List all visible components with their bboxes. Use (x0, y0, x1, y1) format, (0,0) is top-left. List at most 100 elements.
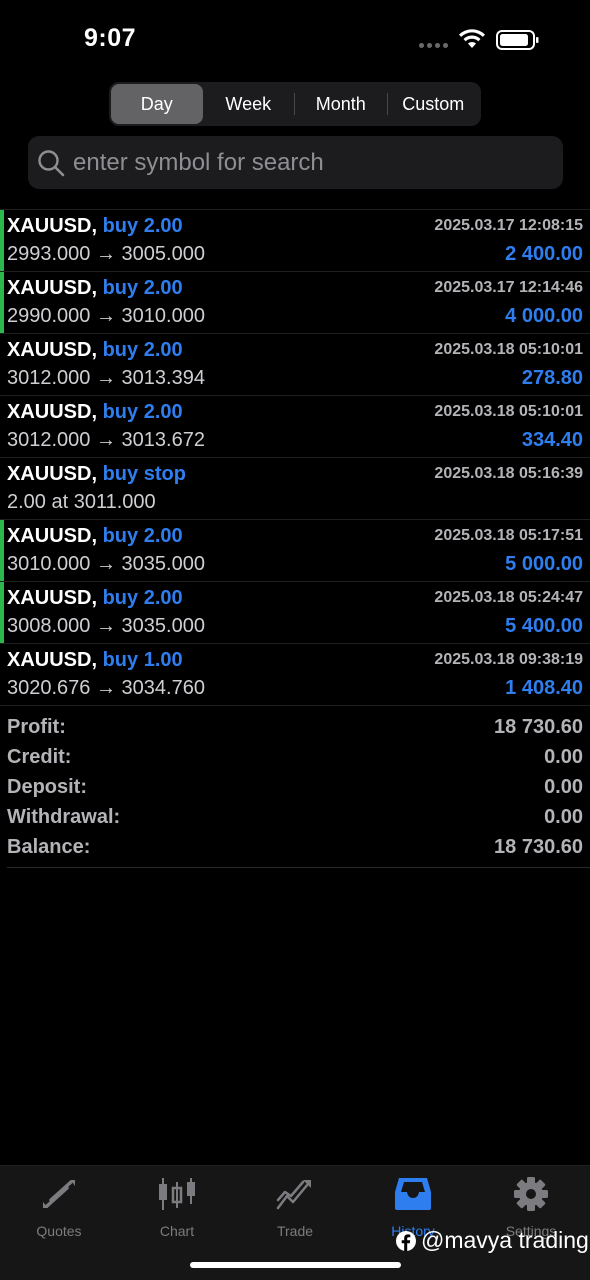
summary-value: 18 730.60 (494, 715, 583, 738)
summary-value: 0.00 (544, 775, 583, 798)
deal-symbol: XAUUSD, (7, 463, 98, 485)
candlestick-icon (159, 1178, 195, 1210)
deal-prices: 3008.000 → 3035.000 (7, 615, 205, 637)
history-row[interactable]: XAUUSD, buy 2.00 2025.03.18 05:17:51 301… (0, 520, 590, 582)
history-list: XAUUSD, buy 2.00 2025.03.17 12:08:15 299… (0, 209, 590, 706)
history-row[interactable]: XAUUSD, buy 2.00 2025.03.18 05:10:01 301… (0, 334, 590, 396)
deal-type: buy 2.00 (102, 277, 183, 299)
deal-type: buy stop (102, 463, 186, 485)
watermark-text: @mavya trading (421, 1227, 589, 1253)
deal-profit: 5 000.00 (505, 553, 583, 575)
search-bar[interactable] (28, 136, 563, 189)
status-time: 9:07 (84, 24, 137, 52)
deal-type: buy 2.00 (102, 401, 183, 423)
tab-trade[interactable]: Trade (236, 1166, 354, 1246)
deal-title: XAUUSD, buy 2.00 (7, 215, 183, 238)
history-row[interactable]: XAUUSD, buy stop 2025.03.18 05:16:39 2.0… (0, 458, 590, 520)
deal-profit: 278.80 (521, 367, 583, 389)
summary-label: Profit: (7, 715, 66, 738)
tab-label: Chart (159, 1223, 195, 1239)
search-icon (38, 149, 65, 176)
deal-symbol: XAUUSD, (7, 649, 98, 671)
period-segmented-control: Day Week Month Custom (109, 82, 481, 126)
segment-month[interactable]: Month (295, 84, 387, 124)
deal-prices: 3012.000 → 3013.394 (7, 367, 205, 389)
summary-divider (7, 867, 590, 868)
deal-symbol: XAUUSD, (7, 401, 98, 423)
tab-label: Quotes (36, 1223, 82, 1239)
inbox-icon (395, 1178, 431, 1210)
deal-prices: 3020.676 → 3034.760 (7, 677, 205, 699)
watermark: @mavya trading (395, 1227, 589, 1254)
deal-prices: 2990.000 → 3010.000 (7, 305, 205, 327)
summary-credit: Credit: 0.00 (7, 742, 583, 772)
deal-symbol: XAUUSD, (7, 215, 98, 237)
deal-title: XAUUSD, buy 2.00 (7, 525, 183, 548)
deal-type: buy 2.00 (102, 215, 183, 237)
quotes-icon (43, 1180, 75, 1208)
deal-profit: 5 400.00 (505, 615, 583, 637)
deal-profit: 1 408.40 (505, 677, 583, 699)
cellular-signal-icon (419, 43, 448, 48)
facebook-logo-icon (396, 1230, 416, 1251)
status-bar: 9:07 (0, 0, 590, 80)
summary-withdrawal: Withdrawal: 0.00 (7, 802, 583, 832)
search-input[interactable] (73, 148, 523, 177)
deal-time: 2025.03.18 05:10:01 (434, 403, 583, 420)
gear-icon (514, 1177, 548, 1211)
deal-type: buy 1.00 (102, 649, 183, 671)
deal-time: 2025.03.18 05:10:01 (434, 341, 583, 358)
deal-time: 2025.03.18 05:17:51 (434, 527, 583, 544)
deal-profit: 334.40 (521, 429, 583, 451)
summary-value: 0.00 (544, 805, 583, 828)
deal-symbol: XAUUSD, (7, 587, 98, 609)
deal-title: XAUUSD, buy 2.00 (7, 587, 183, 610)
summary-label: Withdrawal: (7, 805, 121, 828)
deal-time: 2025.03.18 05:16:39 (434, 465, 583, 482)
summary-label: Balance: (7, 835, 91, 858)
deal-type: buy 2.00 (102, 525, 183, 547)
home-indicator (190, 1262, 401, 1268)
deal-symbol: XAUUSD, (7, 277, 98, 299)
deal-type: buy 2.00 (102, 339, 183, 361)
summary-label: Deposit: (7, 775, 87, 798)
summary-label: Credit: (7, 745, 72, 768)
summary-value: 0.00 (544, 745, 583, 768)
deal-profit: 4 000.00 (505, 305, 583, 327)
deal-title: XAUUSD, buy 2.00 (7, 401, 183, 424)
deal-title: XAUUSD, buy 2.00 (7, 339, 183, 362)
deal-title: XAUUSD, buy 2.00 (7, 277, 183, 300)
history-row[interactable]: XAUUSD, buy 2.00 2025.03.18 05:10:01 301… (0, 396, 590, 458)
deal-time: 2025.03.17 12:14:46 (434, 279, 583, 296)
summary-deposit: Deposit: 0.00 (7, 772, 583, 802)
segment-custom[interactable]: Custom (388, 84, 480, 124)
summary-balance: Balance: 18 730.60 (7, 832, 583, 862)
battery-icon (496, 30, 539, 50)
deal-prices: 2993.000 → 3005.000 (7, 243, 205, 265)
segment-day[interactable]: Day (111, 84, 203, 124)
history-row[interactable]: XAUUSD, buy 2.00 2025.03.18 05:24:47 300… (0, 582, 590, 644)
deal-symbol: XAUUSD, (7, 339, 98, 361)
wifi-icon (459, 29, 485, 48)
tab-label: Trade (276, 1223, 314, 1239)
history-row[interactable]: XAUUSD, buy 2.00 2025.03.17 12:14:46 299… (0, 272, 590, 334)
deal-title: XAUUSD, buy 1.00 (7, 649, 183, 672)
tab-chart[interactable]: Chart (118, 1166, 236, 1246)
history-summary: Profit: 18 730.60 Credit: 0.00 Deposit: 0.0… (7, 712, 583, 862)
deal-time: 2025.03.17 12:08:15 (434, 217, 583, 234)
deal-symbol: XAUUSD, (7, 525, 98, 547)
deal-prices: 3010.000 → 3035.000 (7, 553, 205, 575)
deal-type: buy 2.00 (102, 587, 183, 609)
segment-week[interactable]: Week (203, 84, 295, 124)
summary-profit: Profit: 18 730.60 (7, 712, 583, 742)
tab-quotes[interactable]: Quotes (0, 1166, 118, 1246)
deal-title: XAUUSD, buy stop (7, 463, 186, 486)
deal-time: 2025.03.18 05:24:47 (434, 589, 583, 606)
deal-profit: 2 400.00 (505, 243, 583, 265)
deal-prices: 2.00 at 3011.000 (7, 491, 156, 513)
history-row[interactable]: XAUUSD, buy 1.00 2025.03.18 09:38:19 302… (0, 644, 590, 706)
summary-value: 18 730.60 (494, 835, 583, 858)
deal-time: 2025.03.18 09:38:19 (434, 651, 583, 668)
trade-icon (276, 1180, 311, 1210)
history-row[interactable]: XAUUSD, buy 2.00 2025.03.17 12:08:15 299… (0, 210, 590, 272)
